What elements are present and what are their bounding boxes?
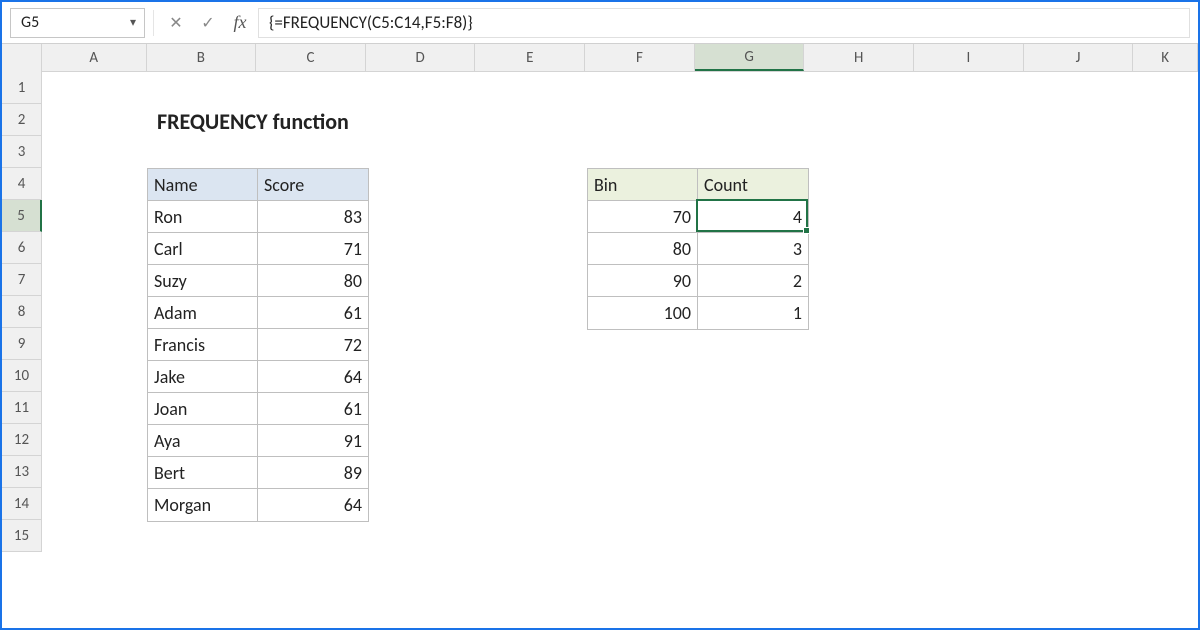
col-name-header[interactable]: Name	[148, 169, 258, 201]
col-header-G[interactable]: G	[695, 44, 805, 71]
cell-score[interactable]: 64	[258, 489, 368, 521]
cell-name[interactable]: Bert	[148, 457, 258, 489]
col-header-I[interactable]: I	[914, 44, 1024, 71]
row-header-8[interactable]: 8	[2, 296, 42, 328]
cell-score[interactable]: 80	[258, 265, 368, 297]
col-header-E[interactable]: E	[475, 44, 585, 71]
row-header-2[interactable]: 2	[2, 104, 42, 136]
cell-score[interactable]: 89	[258, 457, 368, 489]
cells-area[interactable]: FREQUENCY function Name Score Ron 83 Car…	[42, 72, 1198, 628]
cell-name[interactable]: Suzy	[148, 265, 258, 297]
col-bin-header[interactable]: Bin	[588, 169, 698, 201]
cell-count[interactable]: 1	[698, 297, 808, 329]
row-header-4[interactable]: 4	[2, 168, 42, 200]
cell-score[interactable]: 61	[258, 297, 368, 329]
enter-formula-button[interactable]: ✓	[194, 9, 222, 37]
select-all-corner[interactable]	[2, 44, 42, 72]
row-header-3[interactable]: 3	[2, 136, 42, 168]
cell-name[interactable]: Jake	[148, 361, 258, 393]
row-header-11[interactable]: 11	[2, 392, 42, 424]
col-header-D[interactable]: D	[366, 44, 476, 71]
row-header-13[interactable]: 13	[2, 456, 42, 488]
cell-score[interactable]: 91	[258, 425, 368, 457]
page-title: FREQUENCY function	[157, 108, 349, 135]
bin-count-table: Bin Count 70 4 80 3 90 2	[587, 168, 809, 330]
table-row[interactable]: Suzy 80	[148, 265, 368, 297]
col-score-header[interactable]: Score	[258, 169, 368, 201]
table-row[interactable]: 90 2	[588, 265, 808, 297]
col-header-J[interactable]: J	[1024, 44, 1134, 71]
table-row[interactable]: Morgan 64	[148, 489, 368, 521]
table-row[interactable]: Bert 89	[148, 457, 368, 489]
col-count-header[interactable]: Count	[698, 169, 808, 201]
cell-count[interactable]: 4	[698, 201, 808, 233]
table-row[interactable]: 80 3	[588, 233, 808, 265]
cell-name[interactable]: Ron	[148, 201, 258, 233]
row-header-10[interactable]: 10	[2, 360, 42, 392]
cell-bin[interactable]: 70	[588, 201, 698, 233]
cell-count[interactable]: 3	[698, 233, 808, 265]
formula-text: {=FREQUENCY(C5:C14,F5:F8)}	[269, 12, 473, 33]
col-header-F[interactable]: F	[585, 44, 695, 71]
cell-name[interactable]: Francis	[148, 329, 258, 361]
formula-input[interactable]: {=FREQUENCY(C5:C14,F5:F8)}	[258, 8, 1190, 38]
cell-score[interactable]: 71	[258, 233, 368, 265]
row-header-12[interactable]: 12	[2, 424, 42, 456]
table-row[interactable]: 100 1	[588, 297, 808, 329]
col-header-A[interactable]: A	[42, 44, 147, 71]
x-icon: ✕	[169, 13, 182, 33]
cell-name[interactable]: Joan	[148, 393, 258, 425]
divider	[153, 10, 154, 36]
row-header-5[interactable]: 5	[2, 200, 42, 232]
cell-score[interactable]: 61	[258, 393, 368, 425]
row-header-7[interactable]: 7	[2, 264, 42, 296]
cell-name[interactable]: Adam	[148, 297, 258, 329]
cell-count[interactable]: 2	[698, 265, 808, 297]
insert-function-button[interactable]: fx	[226, 12, 254, 33]
col-header-H[interactable]: H	[804, 44, 914, 71]
chevron-down-icon[interactable]: ▾	[130, 15, 136, 30]
cancel-formula-button[interactable]: ✕	[162, 9, 190, 37]
row-header-1[interactable]: 1	[2, 72, 42, 104]
cell-bin[interactable]: 80	[588, 233, 698, 265]
check-icon: ✓	[201, 13, 214, 33]
cell-name[interactable]: Aya	[148, 425, 258, 457]
col-header-K[interactable]: K	[1133, 44, 1198, 71]
table-row[interactable]: Francis 72	[148, 329, 368, 361]
name-box-value: G5	[21, 13, 39, 32]
cell-score[interactable]: 64	[258, 361, 368, 393]
table-row[interactable]: Aya 91	[148, 425, 368, 457]
cell-bin[interactable]: 90	[588, 265, 698, 297]
row-headers: 1 2 3 4 5 6 7 8 9 10 11 12 13 14 15	[2, 72, 42, 628]
col-header-B[interactable]: B	[147, 44, 257, 71]
cell-bin[interactable]: 100	[588, 297, 698, 329]
cell-name[interactable]: Carl	[148, 233, 258, 265]
table-row[interactable]: Adam 61	[148, 297, 368, 329]
table-row[interactable]: Jake 64	[148, 361, 368, 393]
formula-bar: G5 ▾ ✕ ✓ fx {=FREQUENCY(C5:C14,F5:F8)}	[2, 2, 1198, 44]
cell-score[interactable]: 83	[258, 201, 368, 233]
row-header-6[interactable]: 6	[2, 232, 42, 264]
table-row[interactable]: Carl 71	[148, 233, 368, 265]
cell-name[interactable]: Morgan	[148, 489, 258, 521]
table-row[interactable]: Ron 83	[148, 201, 368, 233]
row-header-15[interactable]: 15	[2, 520, 42, 552]
name-score-table: Name Score Ron 83 Carl 71 Suzy	[147, 168, 369, 522]
row-header-9[interactable]: 9	[2, 328, 42, 360]
table-row[interactable]: Joan 61	[148, 393, 368, 425]
name-box[interactable]: G5 ▾	[10, 8, 145, 38]
column-headers: A B C D E F G H I J K	[2, 44, 1198, 72]
col-header-C[interactable]: C	[256, 44, 366, 71]
spreadsheet-grid: A B C D E F G H I J K 1 2 3 4 5 6 7 8 9 …	[2, 44, 1198, 628]
table-row[interactable]: 70 4	[588, 201, 808, 233]
cell-score[interactable]: 72	[258, 329, 368, 361]
row-header-14[interactable]: 14	[2, 488, 42, 520]
app-window: G5 ▾ ✕ ✓ fx {=FREQUENCY(C5:C14,F5:F8)} A…	[0, 0, 1200, 630]
